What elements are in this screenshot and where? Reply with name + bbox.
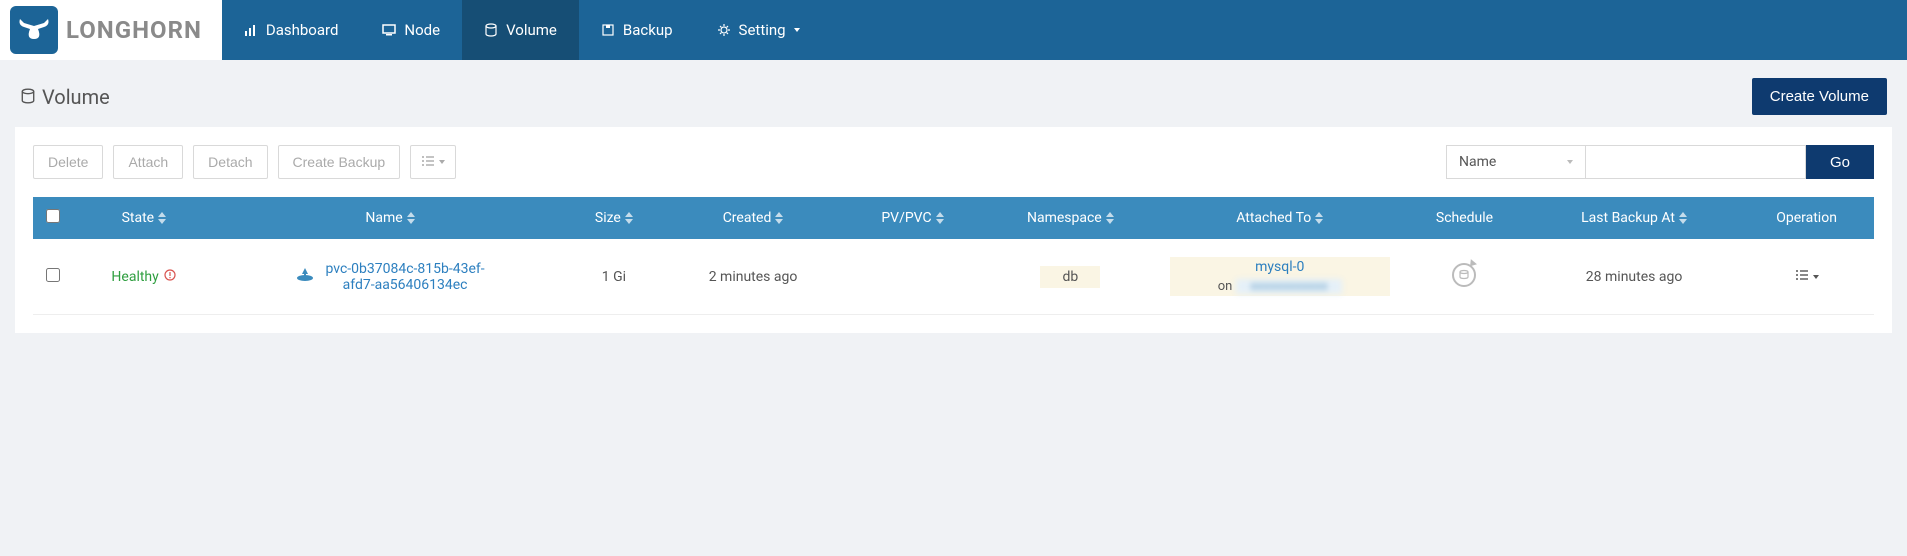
alert-icon xyxy=(164,269,176,285)
attached-node: onxxxxxxxxxxxx xyxy=(1170,279,1390,294)
volume-name-link[interactable]: pvc-0b37084c-815b-43ef-afd7-aa56406134ec xyxy=(325,261,485,293)
cell-state: Healthy xyxy=(73,239,215,315)
nav-label: Setting xyxy=(739,21,786,39)
cell-attached: mysql-0 onxxxxxxxxxxxx xyxy=(1160,239,1400,315)
col-schedule: Schedule xyxy=(1400,197,1529,239)
sort-icon xyxy=(625,212,633,224)
workload-link[interactable]: mysql-0 xyxy=(1170,259,1390,275)
nav-label: Backup xyxy=(623,21,673,39)
list-icon xyxy=(421,154,435,170)
cell-operation xyxy=(1739,239,1874,315)
volume-icon xyxy=(484,23,498,37)
redacted-node: xxxxxxxxxxxx xyxy=(1236,279,1341,294)
create-backup-button[interactable]: Create Backup xyxy=(278,145,401,179)
cell-lastbackup: 28 minutes ago xyxy=(1529,239,1739,315)
bulk-more-button[interactable] xyxy=(410,145,456,179)
longhorn-logo-icon xyxy=(10,6,58,54)
recurring-job-icon[interactable] xyxy=(1452,263,1476,287)
app-header: LONGHORN Dashboard Node Volume Backup Se… xyxy=(0,0,1907,60)
page-title-text: Volume xyxy=(42,85,110,109)
sort-icon xyxy=(158,212,166,224)
nav-label: Node xyxy=(404,21,440,39)
search-input[interactable] xyxy=(1586,145,1806,179)
node-icon xyxy=(382,23,396,37)
page-title: Volume xyxy=(20,85,110,109)
col-operation: Operation xyxy=(1739,197,1874,239)
nav-label: Volume xyxy=(506,21,557,39)
chevron-down-icon xyxy=(439,160,445,164)
sort-icon xyxy=(936,212,944,224)
nav-dashboard[interactable]: Dashboard xyxy=(222,0,361,60)
select-all-checkbox[interactable] xyxy=(46,209,60,223)
col-created[interactable]: Created xyxy=(662,197,843,239)
volume-row-icon xyxy=(295,266,315,287)
sort-icon xyxy=(407,212,415,224)
list-icon xyxy=(1795,269,1809,285)
main-nav: Dashboard Node Volume Backup Setting xyxy=(222,0,822,60)
col-pvpvc[interactable]: PV/PVC xyxy=(844,197,981,239)
page-bar: Volume Create Volume xyxy=(0,60,1907,127)
namespace-tag: db xyxy=(1040,266,1100,288)
search-group: Name Go xyxy=(1446,145,1874,179)
toolbar: Delete Attach Detach Create Backup Name … xyxy=(33,145,1874,179)
state-text: Healthy xyxy=(111,269,158,285)
dashboard-icon xyxy=(244,23,258,37)
cell-size: 1 Gi xyxy=(565,239,662,315)
sort-icon xyxy=(1679,212,1687,224)
attach-button[interactable]: Attach xyxy=(113,145,183,179)
cell-name: pvc-0b37084c-815b-43ef-afd7-aa56406134ec xyxy=(215,239,566,315)
filter-field-value: Name xyxy=(1459,154,1496,170)
cell-pvpvc xyxy=(844,239,981,315)
detach-button[interactable]: Detach xyxy=(193,145,267,179)
create-volume-button[interactable]: Create Volume xyxy=(1752,78,1887,115)
search-go-button[interactable]: Go xyxy=(1806,145,1874,179)
chevron-down-icon xyxy=(1567,160,1573,164)
filter-field-select[interactable]: Name xyxy=(1446,145,1586,179)
nav-volume[interactable]: Volume xyxy=(462,0,579,60)
backup-icon xyxy=(601,23,615,37)
col-name[interactable]: Name xyxy=(215,197,566,239)
table-row: Healthy pvc-0b37084c-815b-43ef-afd7-aa56… xyxy=(33,239,1874,315)
col-lastbackup[interactable]: Last Backup At xyxy=(1529,197,1739,239)
brand: LONGHORN xyxy=(0,0,222,60)
volume-table: State Name Size Created PV/PVC Namespace… xyxy=(33,197,1874,315)
col-size[interactable]: Size xyxy=(565,197,662,239)
gear-icon xyxy=(717,23,731,37)
col-namespace[interactable]: Namespace xyxy=(981,197,1159,239)
chevron-down-icon xyxy=(794,28,800,32)
delete-button[interactable]: Delete xyxy=(33,145,103,179)
nav-label: Dashboard xyxy=(266,21,339,39)
col-attached[interactable]: Attached To xyxy=(1160,197,1400,239)
sort-icon xyxy=(775,212,783,224)
brand-text: LONGHORN xyxy=(66,16,202,44)
row-checkbox[interactable] xyxy=(46,268,60,282)
chevron-down-icon xyxy=(1813,275,1819,279)
col-state[interactable]: State xyxy=(73,197,215,239)
row-actions-menu[interactable] xyxy=(1795,269,1819,285)
content-card: Delete Attach Detach Create Backup Name … xyxy=(15,127,1892,333)
volume-icon xyxy=(20,85,36,109)
cell-namespace: db xyxy=(981,239,1159,315)
cell-created: 2 minutes ago xyxy=(662,239,843,315)
nav-setting[interactable]: Setting xyxy=(695,0,822,60)
table-header-row: State Name Size Created PV/PVC Namespace… xyxy=(33,197,1874,239)
bulk-actions: Delete Attach Detach Create Backup xyxy=(33,145,456,179)
cell-schedule xyxy=(1400,239,1529,315)
nav-node[interactable]: Node xyxy=(360,0,462,60)
nav-backup[interactable]: Backup xyxy=(579,0,695,60)
sort-icon xyxy=(1106,212,1114,224)
sort-icon xyxy=(1315,212,1323,224)
